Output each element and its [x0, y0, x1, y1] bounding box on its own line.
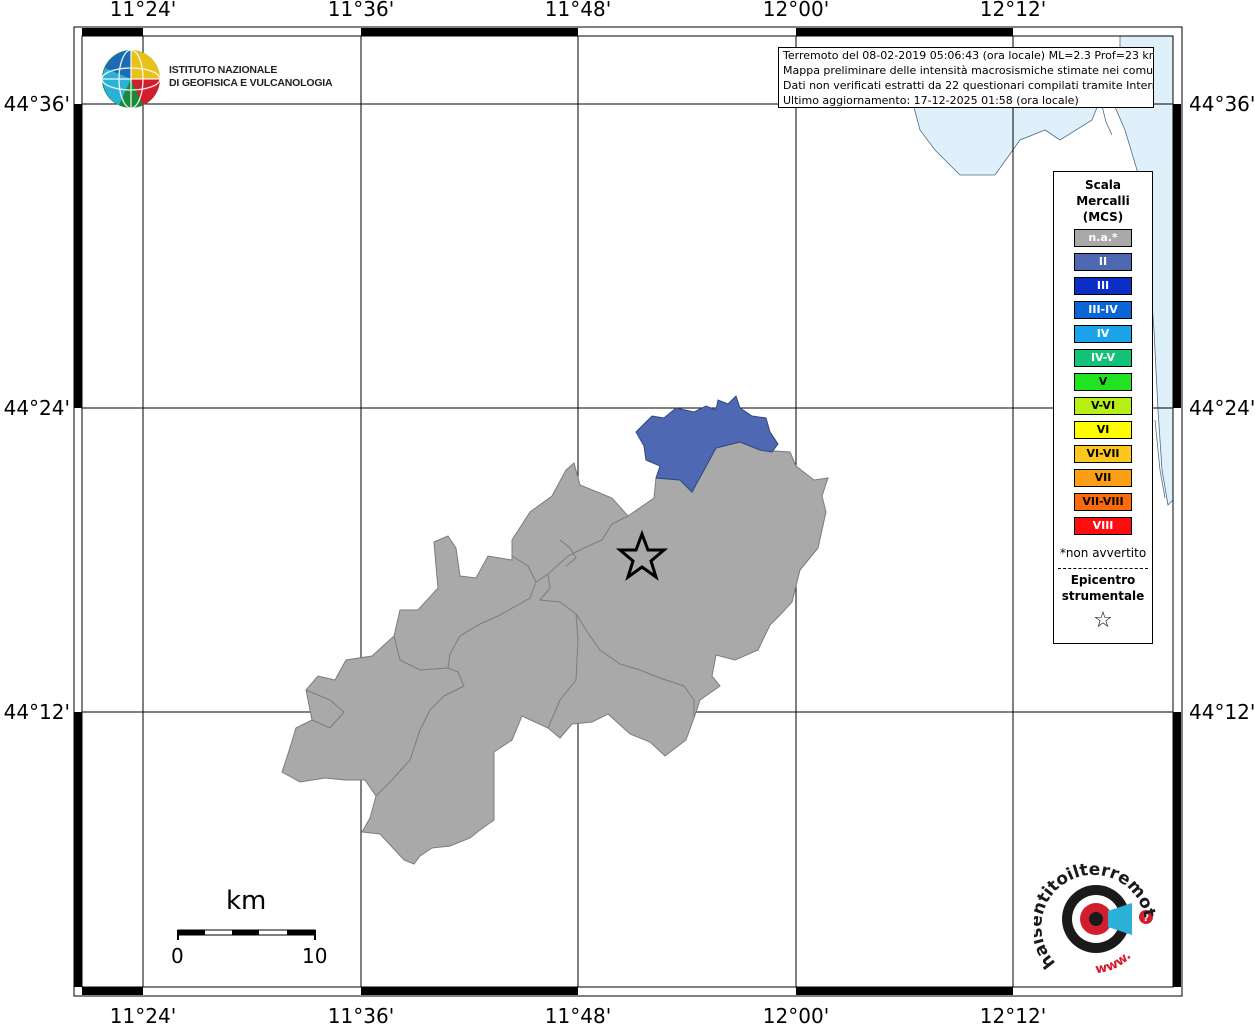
lon-labels-top: 11°24' 11°36' 11°48' 12°00' 12°12'	[110, 0, 1046, 21]
globe-icon	[101, 49, 161, 109]
lat-labels-left: 44°36' 44°24' 44°12'	[4, 92, 70, 724]
mcs-legend: Scala Mercalli (MCS) n.a.* II III III-IV IV I…	[1053, 171, 1153, 644]
legend-title-line: Scala	[1084, 178, 1122, 192]
star-icon: ☆	[1093, 608, 1113, 633]
legend-item: VII	[1074, 469, 1132, 487]
legend-title-line: Mercalli	[1076, 194, 1130, 208]
ingv-logo: ISTITUTO NAZIONALE DI GEOFISICA E VULCAN…	[101, 48, 333, 110]
haisentito-logo: ? haisentitoilterremoto.it www.	[1034, 855, 1159, 978]
scale-end-label: 10	[302, 944, 328, 968]
legend-item: VI	[1074, 421, 1132, 439]
lon-label: 11°24'	[110, 1004, 176, 1024]
lat-label: 44°24'	[4, 396, 70, 420]
legend-epicenter-line: Epicentro	[1070, 573, 1136, 587]
legend-title: Scala Mercalli (MCS)	[1054, 177, 1152, 225]
haisentito-www: www.	[1094, 949, 1134, 978]
legend-item: VII-VIII	[1074, 493, 1132, 511]
lon-label: 12°00'	[763, 0, 829, 21]
ingv-name-line1: ISTITUTO NAZIONALE	[169, 64, 278, 76]
legend-item: V	[1074, 373, 1132, 391]
legend-epicenter-line: strumentale	[1061, 589, 1145, 603]
lon-label: 12°12'	[980, 1004, 1046, 1024]
event-info-line: Ultimo aggiornamento: 17-12-2025 01:58 (…	[783, 94, 1079, 107]
lon-label: 11°36'	[328, 1004, 394, 1024]
legend-separator	[1058, 568, 1148, 569]
legend-note: *non avvertito	[1059, 546, 1147, 560]
lon-label: 12°00'	[763, 1004, 829, 1024]
lat-labels-right: 44°36' 44°24' 44°12'	[1189, 92, 1255, 724]
lat-label: 44°36'	[1189, 92, 1255, 116]
lon-label: 11°24'	[110, 0, 176, 21]
lat-label: 44°36'	[4, 92, 70, 116]
lon-label: 11°36'	[328, 0, 394, 21]
lon-labels-bottom: 11°24' 11°36' 11°48' 12°00' 12°12'	[110, 1004, 1046, 1024]
legend-item: n.a.*	[1074, 229, 1132, 247]
legend-item: III-IV	[1074, 301, 1132, 319]
scale-unit-label: km	[226, 886, 267, 916]
legend-item: IV-V	[1074, 349, 1132, 367]
scale-start-label: 0	[171, 944, 184, 968]
legend-title-line: (MCS)	[1082, 210, 1124, 224]
event-info-line: Dati non verificati estratti da 22 quest…	[783, 79, 1154, 92]
ingv-name-line2: DI GEOFISICA E VULCANOLOGIA	[169, 77, 333, 89]
event-info-line: Mappa preliminare delle intensità macros…	[783, 64, 1154, 77]
lat-label: 44°24'	[1189, 396, 1255, 420]
legend-item: III	[1074, 277, 1132, 295]
legend-item: VIII	[1074, 517, 1132, 535]
legend-item: V-VI	[1074, 397, 1132, 415]
lon-label: 11°48'	[545, 1004, 611, 1024]
lon-label: 12°12'	[980, 0, 1046, 21]
map-area	[82, 36, 1173, 987]
legend-item: II	[1074, 253, 1132, 271]
event-info-box: Terremoto del 08-02-2019 05:06:43 (ora l…	[778, 47, 1154, 108]
event-info-line: Terremoto del 08-02-2019 05:06:43 (ora l…	[783, 49, 1154, 62]
lat-label: 44°12'	[4, 700, 70, 724]
legend-epicenter-label: Epicentro strumentale	[1054, 572, 1152, 604]
legend-item: IV	[1074, 325, 1132, 343]
legend-item: VI-VII	[1074, 445, 1132, 463]
svg-text:www.: www.	[1094, 949, 1134, 978]
lat-label: 44°12'	[1189, 700, 1255, 724]
lon-label: 11°48'	[545, 0, 611, 21]
